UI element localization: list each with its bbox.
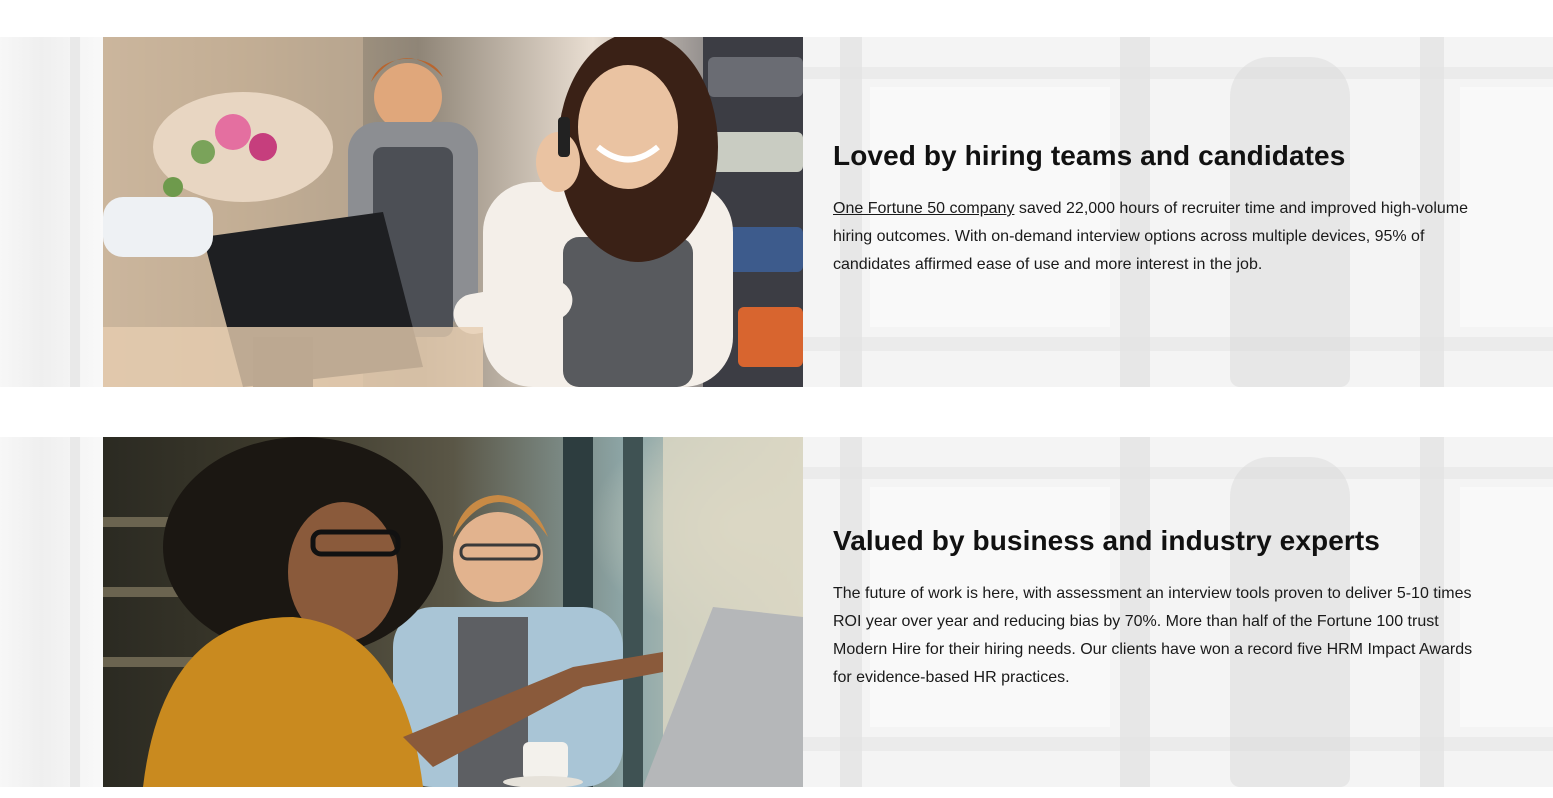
window-transom (803, 337, 1553, 351)
window-frame-left (0, 437, 103, 787)
fortune-50-case-study-link[interactable]: One Fortune 50 company (833, 200, 1014, 217)
window-transom (803, 737, 1553, 751)
photo-illustration (103, 37, 803, 387)
photo-illustration (103, 437, 803, 787)
window-frame-left (0, 37, 103, 387)
photo-cashier-on-phone-icon (103, 37, 803, 387)
section-text: Loved by hiring teams and candidates One… (833, 139, 1493, 279)
section-business-experts: Valued by business and industry experts … (0, 437, 1553, 787)
section-heading: Valued by business and industry experts (833, 525, 1380, 556)
section-body: One Fortune 50 company saved 22,000 hour… (833, 195, 1493, 279)
page: Loved by hiring teams and candidates One… (0, 0, 1553, 798)
photo-colleagues-at-laptop-icon (103, 437, 803, 787)
section-heading: Loved by hiring teams and candidates (833, 140, 1346, 171)
section-text: Valued by business and industry experts … (833, 524, 1493, 692)
section-body: The future of work is here, with assessm… (833, 585, 1473, 686)
section-hiring-teams: Loved by hiring teams and candidates One… (0, 37, 1553, 387)
window-transom (803, 67, 1553, 79)
window-transom (803, 467, 1553, 479)
